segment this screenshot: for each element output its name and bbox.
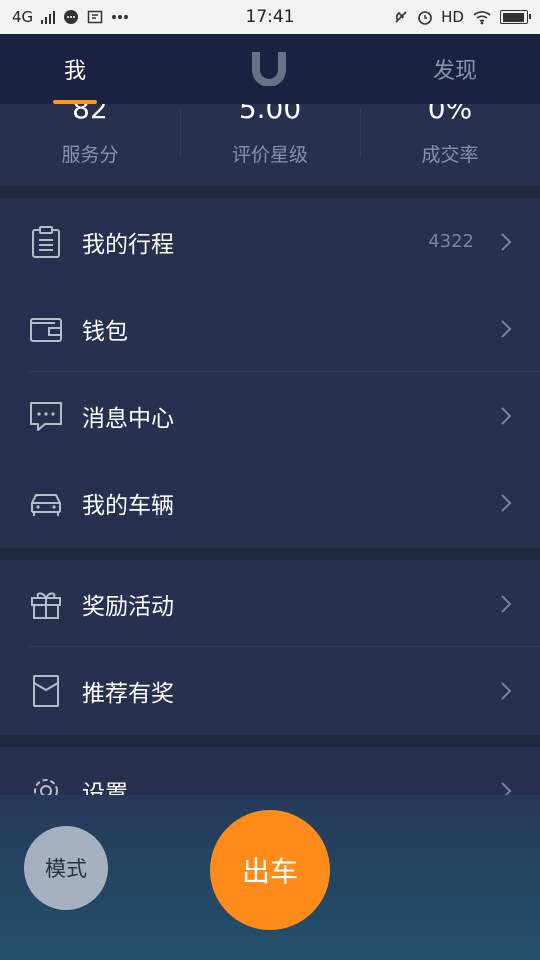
section-gap [0, 548, 540, 560]
menu-group-rewards: 奖励活动 推荐有奖 [0, 560, 540, 735]
network-type: 4G [12, 8, 34, 26]
status-left: 4G [12, 8, 129, 26]
menu-group-primary: 我的行程 4322 钱包 消息中心 我的车辆 [0, 198, 540, 548]
menu-item-messages[interactable]: 消息中心 [0, 372, 540, 459]
mode-button[interactable]: 模式 [24, 826, 108, 910]
chat-bubble-icon [30, 401, 62, 431]
clipboard-icon [32, 225, 60, 258]
chat-notification-icon [63, 9, 79, 25]
menu-item-rewards[interactable]: 奖励活动 [0, 560, 540, 647]
alarm-icon [417, 9, 433, 25]
trip-count: 4322 [428, 231, 474, 252]
signal-icon [41, 10, 56, 24]
stat-label: 成交率 [421, 144, 479, 166]
status-right: HD [393, 8, 531, 26]
menu-label: 消息中心 [82, 405, 174, 432]
chevron-right-icon [501, 681, 512, 700]
chevron-right-icon [501, 493, 512, 512]
section-gap [0, 186, 540, 198]
status-bar: 4G 17:41 HD [0, 0, 540, 34]
menu-item-referral[interactable]: 推荐有奖 [0, 647, 540, 734]
red-envelope-icon [33, 674, 59, 707]
battery-icon [500, 10, 531, 24]
silent-mode-icon [393, 9, 409, 25]
menu-label: 钱包 [82, 318, 128, 345]
gift-icon [31, 591, 61, 619]
wallet-icon [30, 317, 62, 342]
chevron-right-icon [501, 319, 512, 338]
menu-item-trips[interactable]: 我的行程 4322 [0, 198, 540, 285]
chevron-right-icon [501, 232, 512, 251]
menu-item-vehicle[interactable]: 我的车辆 [0, 459, 540, 546]
menu-label: 奖励活动 [82, 593, 174, 620]
didi-logo-icon[interactable] [248, 48, 290, 86]
tab-me[interactable]: 我 [40, 34, 110, 104]
stat-label: 服务分 [61, 144, 119, 166]
menu-item-wallet[interactable]: 钱包 [0, 285, 540, 372]
section-gap [0, 735, 540, 747]
car-icon [31, 493, 61, 516]
wifi-icon [472, 9, 492, 25]
screenshot-notification-icon [87, 9, 103, 25]
chevron-right-icon [501, 594, 512, 613]
start-driving-button[interactable]: 出车 [210, 810, 330, 930]
stat-label: 评价星级 [231, 144, 308, 166]
tab-discover[interactable]: 发现 [410, 34, 500, 104]
more-notifications-icon [111, 14, 129, 20]
chevron-right-icon [501, 406, 512, 425]
menu-label: 推荐有奖 [82, 680, 174, 707]
battery-fill [502, 12, 525, 22]
menu-label: 我的行程 [82, 231, 174, 258]
menu-label: 我的车辆 [82, 492, 174, 519]
hd-indicator: HD [441, 8, 464, 26]
tab-indicator [53, 100, 97, 104]
